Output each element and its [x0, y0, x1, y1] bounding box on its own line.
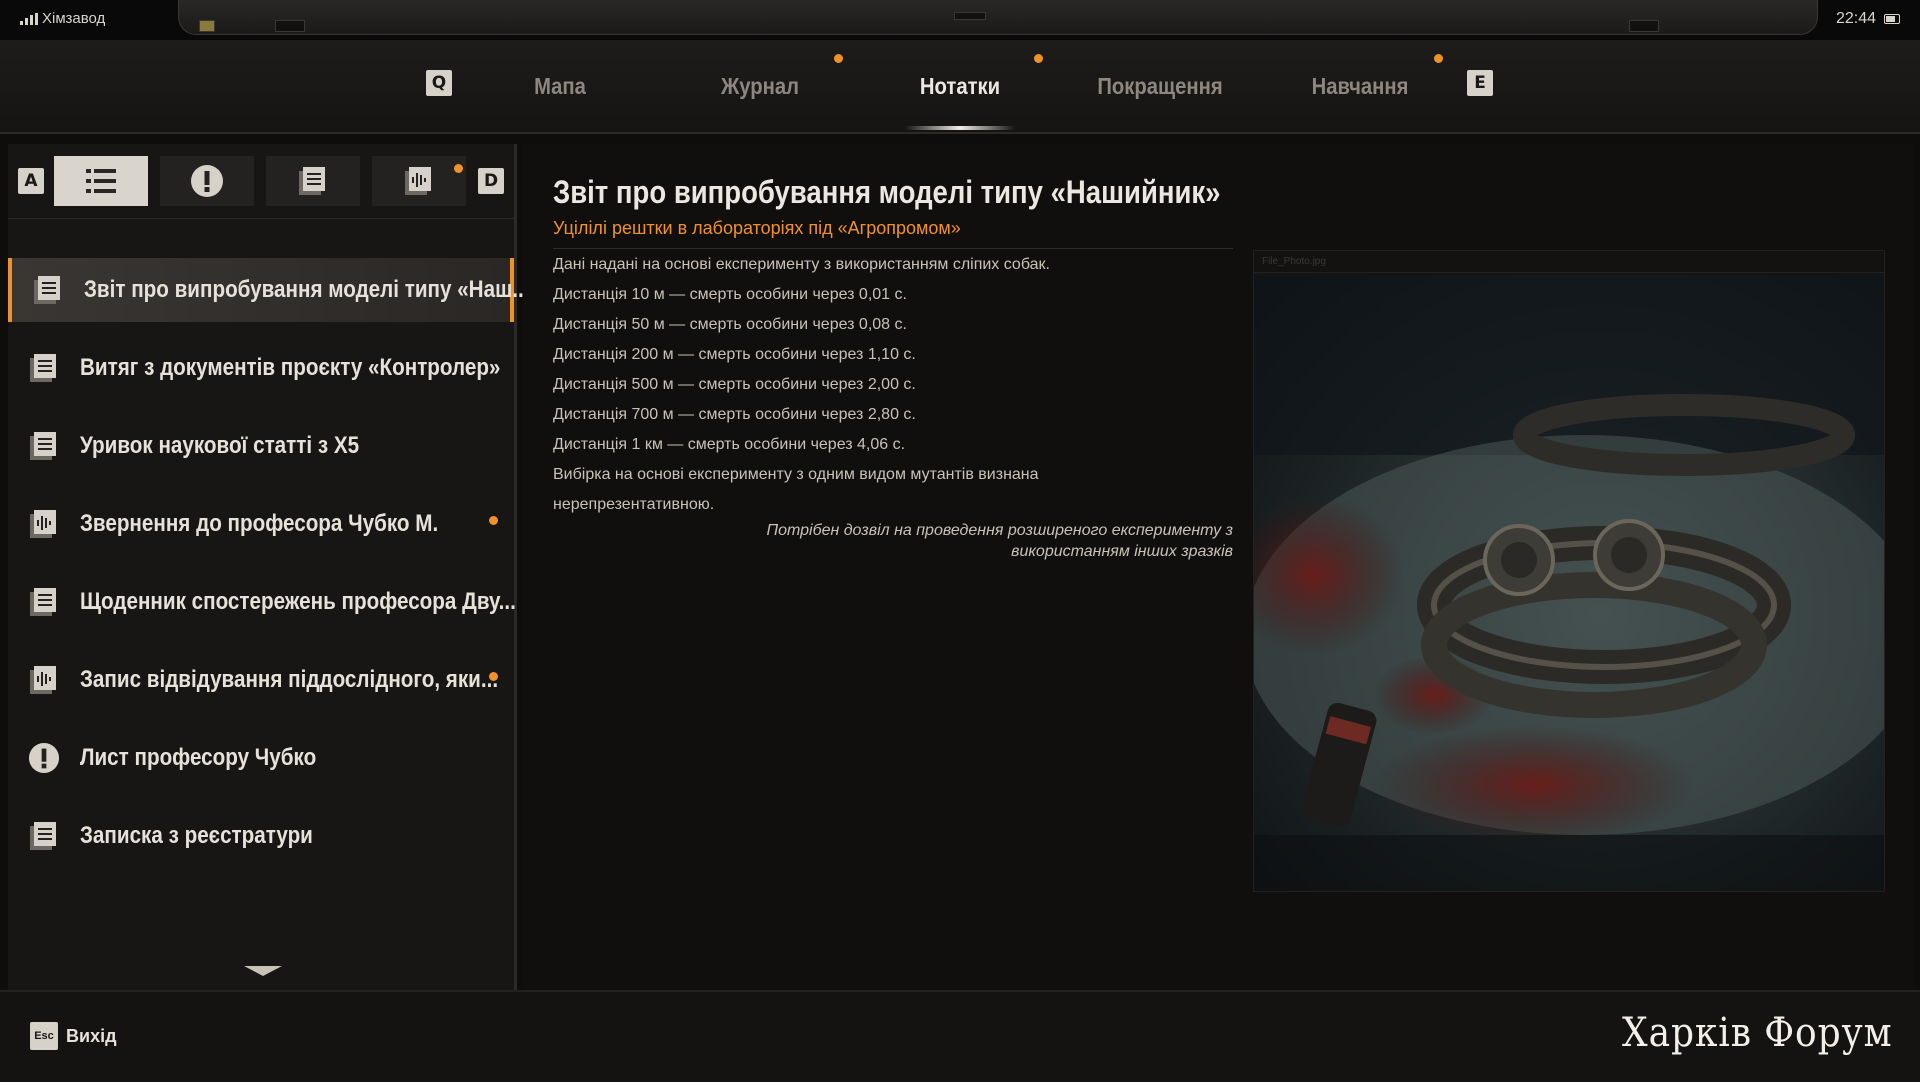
footer: Esc Вихід Харків Форум — [0, 990, 1920, 1082]
top-frame-decoration — [178, 0, 1818, 35]
list-item[interactable]: Щоденник спостережень професора Дву... — [8, 570, 516, 634]
prev-filter-key[interactable]: A — [18, 168, 44, 194]
tab-training-new-indicator — [1434, 54, 1443, 63]
tab-notes-new-indicator — [1034, 54, 1043, 63]
audio-icon — [30, 666, 56, 694]
filter-bar: A D — [8, 156, 514, 208]
tab-map[interactable]: Мапа — [507, 40, 613, 132]
filter-all-button[interactable] — [54, 156, 148, 206]
battery-icon — [1884, 14, 1900, 24]
frame-slot — [1629, 20, 1659, 32]
document-icon — [34, 276, 60, 304]
note-footnote: Потрібен дозвіл на проведення розширеног… — [553, 520, 1233, 562]
document-icon — [30, 822, 56, 850]
list-item[interactable]: Записка з реєстратури — [8, 804, 514, 868]
list-item-label: Запис відвідування піддослідного, яки... — [80, 666, 499, 693]
tab-journal-new-indicator — [834, 54, 843, 63]
list-item-label: Витяг з документів проєкту «Контролер» — [80, 354, 501, 381]
tab-notes[interactable]: Нотатки — [903, 40, 1017, 132]
list-item[interactable]: Уривок наукової статті з Х5 — [8, 414, 514, 478]
note-line: Дистанція 200 м — смерть особини через 1… — [553, 346, 916, 363]
filter-audio-new-indicator — [454, 164, 463, 173]
scroll-down-icon[interactable] — [244, 966, 282, 976]
list-icon — [86, 169, 116, 193]
note-footnote-line: використанням інших зразків — [1011, 543, 1233, 560]
list-item[interactable]: Лист професору Чубко — [8, 726, 514, 790]
note-line: Дані надані на основі експерименту з вик… — [553, 256, 1050, 273]
note-line: нерепрезентативною. — [553, 496, 715, 513]
list-item[interactable]: Звернення до професора Чубко М. — [8, 492, 514, 556]
note-photo-frame: File_Photo.jpg — [1253, 250, 1885, 892]
note-detail-panel: Звіт про випробування моделі типу «Наший… — [523, 144, 1913, 990]
tab-upgrades[interactable]: Покращення — [1090, 40, 1231, 132]
prev-tab-key[interactable]: Q — [426, 70, 452, 96]
active-tab-underline — [905, 126, 1015, 130]
list-item-label: Лист професору Чубко — [80, 744, 317, 771]
note-location: Уцілілі рештки в лабораторіях під «Агроп… — [553, 218, 961, 238]
note-line: Дистанція 500 м — смерть особини через 2… — [553, 376, 916, 393]
filter-important-button[interactable] — [160, 156, 254, 206]
note-body: Дані надані на основі експерименту з вик… — [553, 250, 1237, 520]
note-line: Дистанція 1 км — смерть особини через 4,… — [553, 436, 906, 453]
new-indicator — [489, 672, 498, 681]
carrier-indicator: Хімзавод — [20, 10, 105, 27]
exclamation-icon — [28, 742, 60, 774]
list-item[interactable]: Витяг з документів проєкту «Контролер» — [8, 336, 514, 400]
notes-list-panel: A D Звіт про випробування моделі типу «Н… — [8, 144, 529, 990]
list-item-label: Щоденник спостережень професора Дву... — [80, 588, 516, 615]
photo-caption: File_Photo.jpg — [1254, 251, 1884, 273]
new-indicator — [489, 516, 498, 525]
list-item-label: Уривок наукової статті з Х5 — [80, 432, 360, 459]
filter-audio-button[interactable] — [372, 156, 466, 206]
filter-documents-button[interactable] — [266, 156, 360, 206]
divider — [8, 218, 514, 219]
next-tab-key[interactable]: E — [1467, 70, 1493, 96]
list-item[interactable]: Запис відвідування піддослідного, яки... — [8, 648, 514, 712]
tab-training[interactable]: Навчання — [1298, 40, 1421, 132]
divider — [553, 248, 1233, 249]
note-line: Дистанція 50 м — смерть особини через 0,… — [553, 316, 907, 333]
exit-button[interactable]: Вихід — [66, 1022, 117, 1050]
clock: 22:44 — [1836, 10, 1900, 28]
carrier-name: Хімзавод — [42, 10, 106, 27]
note-title: Звіт про випробування моделі типу «Наший… — [553, 174, 1221, 210]
document-icon — [30, 354, 56, 382]
indicator-light — [199, 20, 215, 32]
clock-time: 22:44 — [1835, 10, 1876, 27]
list-item-label: Звернення до професора Чубко М. — [80, 510, 439, 537]
list-item-label: Записка з реєстратури — [80, 822, 313, 849]
note-line: Дистанція 700 м — смерть особини через 2… — [553, 406, 916, 423]
main-tab-bar: Q Мапа Журнал Нотатки Покращення Навчанн… — [0, 40, 1920, 134]
audio-icon — [30, 510, 56, 538]
frame-slot — [275, 20, 305, 32]
notes-list: Звіт про випробування моделі типу «Наш..… — [8, 258, 529, 882]
note-line: Вибірка на основі експерименту з одним в… — [553, 466, 1039, 483]
document-icon — [30, 588, 56, 616]
escape-key-icon[interactable]: Esc — [30, 1022, 58, 1050]
signal-icon — [20, 12, 38, 25]
list-item[interactable]: Звіт про випробування моделі типу «Наш..… — [8, 258, 529, 322]
watermark: Харків Форум — [1621, 1010, 1892, 1056]
audio-icon — [405, 167, 431, 195]
list-item-label: Звіт про випробування моделі типу «Наш..… — [84, 276, 530, 303]
note-line: Дистанція 10 м — смерть особини через 0,… — [553, 286, 907, 303]
frame-slot — [954, 12, 986, 20]
document-icon — [30, 432, 56, 460]
note-footnote-line: Потрібен дозвіл на проведення розширеног… — [766, 522, 1233, 539]
tab-journal[interactable]: Журнал — [707, 40, 813, 132]
next-filter-key[interactable]: D — [478, 168, 504, 194]
document-icon — [299, 167, 325, 195]
exclamation-icon — [191, 165, 223, 197]
status-bar: Хімзавод 22:44 — [0, 0, 1920, 40]
note-photo — [1254, 275, 1884, 891]
